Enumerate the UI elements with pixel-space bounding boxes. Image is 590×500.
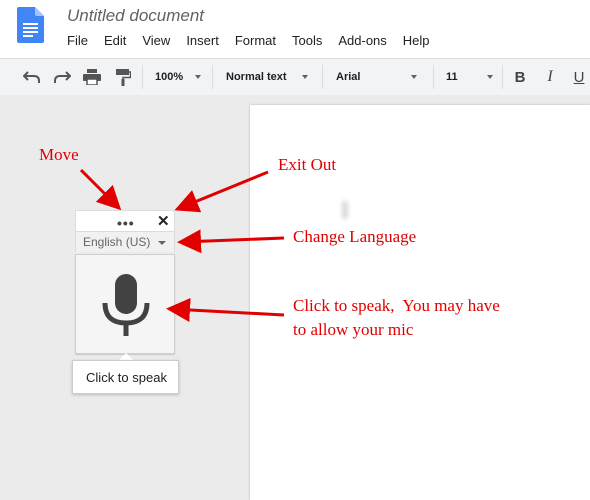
language-value: English (US) xyxy=(83,235,151,249)
tooltip-arrow xyxy=(119,353,133,360)
menu-help[interactable]: Help xyxy=(403,33,446,49)
menu-insert[interactable]: Insert xyxy=(186,33,235,49)
microphone-icon xyxy=(102,274,150,336)
redo-button[interactable] xyxy=(50,59,74,95)
annotation-language: Change Language xyxy=(293,227,417,246)
toolbar-separator xyxy=(322,65,323,89)
language-caret-icon xyxy=(158,241,166,245)
menu-format[interactable]: Format xyxy=(235,33,292,49)
voice-panel-header[interactable]: ••• ✕ xyxy=(75,210,175,232)
zoom-caret-icon xyxy=(195,75,201,79)
font-size-caret-icon xyxy=(487,75,493,79)
menu-tools[interactable]: Tools xyxy=(292,33,338,49)
paint-format-icon xyxy=(116,68,131,86)
italic-button[interactable]: I xyxy=(538,59,562,95)
annotation-move: Move xyxy=(39,145,79,164)
language-select[interactable]: English (US) xyxy=(75,232,175,252)
font-caret-icon xyxy=(411,75,417,79)
tooltip-text: Click to speak xyxy=(86,370,167,385)
font-size-value: 11 xyxy=(446,71,458,83)
menu-addons[interactable]: Add-ons xyxy=(338,33,402,49)
toolbar: 100% Normal text Arial 11 B I U xyxy=(0,58,590,96)
italic-icon: I xyxy=(547,68,553,85)
style-select[interactable]: Normal text xyxy=(220,59,315,95)
menu-file[interactable]: File xyxy=(67,33,104,49)
annotation-exit: Exit Out xyxy=(278,155,337,174)
font-value: Arial xyxy=(336,71,361,83)
menu-view[interactable]: View xyxy=(142,33,186,49)
style-value: Normal text xyxy=(226,71,287,83)
docs-logo-icon[interactable] xyxy=(17,7,44,43)
voice-typing-panel: ••• ✕ English (US) xyxy=(75,210,175,354)
annotation-speak-line1: Click to speak, You may have xyxy=(293,296,500,315)
bold-button[interactable]: B xyxy=(508,59,532,95)
underline-button[interactable]: U xyxy=(568,59,590,95)
click-to-speak-tooltip: Click to speak xyxy=(72,360,179,394)
close-icon[interactable]: ✕ xyxy=(157,214,170,229)
app-header: Untitled document File Edit View Insert … xyxy=(0,0,590,58)
move-handle-icon[interactable]: ••• xyxy=(117,216,135,230)
redo-icon xyxy=(54,71,71,83)
toolbar-separator xyxy=(502,65,503,89)
undo-button[interactable] xyxy=(20,59,44,95)
underline-icon: U xyxy=(573,68,585,86)
mic-button[interactable] xyxy=(75,254,175,354)
toolbar-separator xyxy=(142,65,143,89)
style-caret-icon xyxy=(302,75,308,79)
print-button[interactable] xyxy=(81,59,103,95)
bold-icon: B xyxy=(514,68,526,86)
paint-format-button[interactable] xyxy=(112,59,134,95)
menu-bar: File Edit View Insert Format Tools Add-o… xyxy=(67,33,446,49)
zoom-value: 100% xyxy=(155,71,184,83)
toolbar-separator xyxy=(212,65,213,89)
undo-icon xyxy=(23,71,40,83)
toolbar-separator xyxy=(433,65,434,89)
print-icon xyxy=(83,69,101,85)
text-cursor xyxy=(342,201,348,219)
menu-edit[interactable]: Edit xyxy=(104,33,142,49)
annotation-speak-line2: to allow your mic xyxy=(293,320,414,339)
document-title[interactable]: Untitled document xyxy=(67,6,204,26)
